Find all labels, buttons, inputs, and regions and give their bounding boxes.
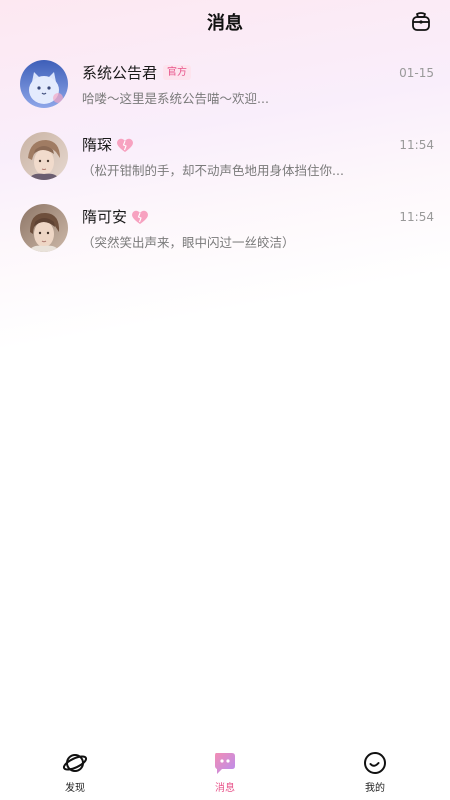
message-time: 11:54 <box>399 209 434 224</box>
cat-avatar <box>20 60 68 108</box>
top-bar: 消息 <box>0 0 450 44</box>
message-preview: （突然笑出声来，眼中闪过一丝皎洁） <box>82 234 295 250</box>
pink-heart-icon <box>116 137 134 153</box>
official-badge: 官方 <box>163 65 192 80</box>
tab-label: 发现 <box>65 783 85 794</box>
message-time: 01-15 <box>399 65 434 80</box>
page-title: 消息 <box>207 13 243 34</box>
message-preview: 哈喽～这里是系统公告喵～欢迎... <box>82 90 269 106</box>
smile-face-icon <box>362 750 388 776</box>
conversation-list: 系统公告君 官方 01-15 哈喽～这里是系统公告喵～欢迎... 隋琛 11:5… <box>0 48 450 264</box>
tab-me[interactable]: 我的 <box>300 744 450 800</box>
message-time: 11:54 <box>399 137 434 152</box>
bottom-tab-bar: 发现 消息 我的 <box>0 744 450 800</box>
tab-discover[interactable]: 发现 <box>0 744 150 800</box>
tab-label: 我的 <box>365 783 385 794</box>
contact-name: 系统公告君 <box>82 64 158 82</box>
character-avatar <box>20 204 68 252</box>
pink-heart-icon <box>131 209 149 225</box>
conversation-item-system[interactable]: 系统公告君 官方 01-15 哈喽～这里是系统公告喵～欢迎... <box>0 48 450 120</box>
lucky-bag-icon[interactable] <box>410 11 432 33</box>
app-root: 消息 系统公告君 官方 01-15 哈喽～这里是系统公告喵～欢迎... 隋琛 1… <box>0 0 450 800</box>
contact-name: 隋琛 <box>82 136 113 154</box>
message-preview: （松开钳制的手，却不动声色地用身体挡住你... <box>82 162 344 178</box>
conversation-item-suikean[interactable]: 隋可安 11:54 （突然笑出声来，眼中闪过一丝皎洁） <box>0 192 450 264</box>
tab-messages[interactable]: 消息 <box>150 744 300 800</box>
tab-label: 消息 <box>215 783 235 794</box>
character-avatar <box>20 132 68 180</box>
conversation-item-suichen[interactable]: 隋琛 11:54 （松开钳制的手，却不动声色地用身体挡住你... <box>0 120 450 192</box>
chat-bubble-icon <box>212 750 238 776</box>
planet-icon <box>62 750 88 776</box>
contact-name: 隋可安 <box>82 208 128 226</box>
